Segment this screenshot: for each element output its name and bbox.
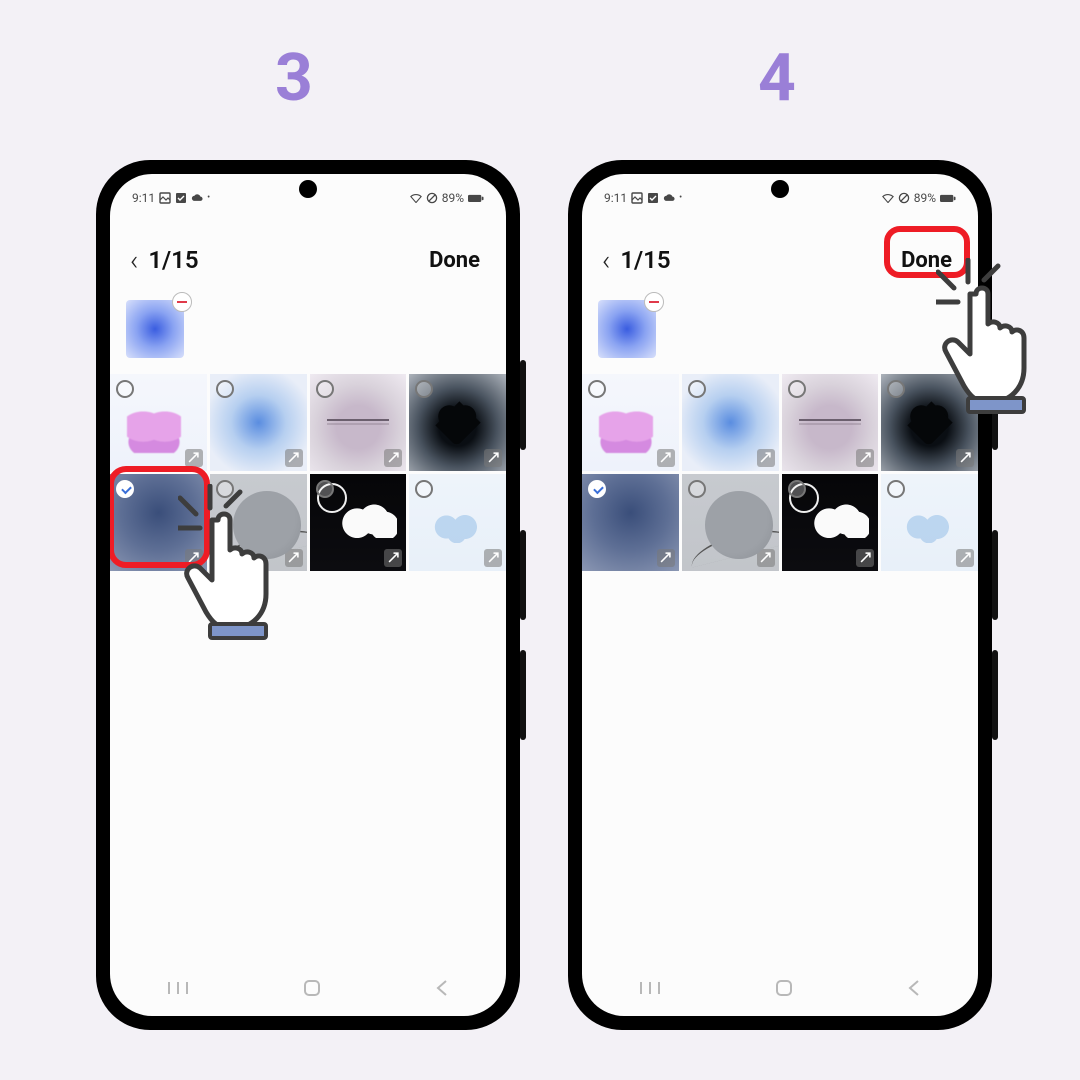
select-radio[interactable] [788,480,806,498]
nav-recents-icon[interactable] [167,980,189,996]
selected-strip [126,300,184,358]
grid-tile-blue-heart[interactable] [210,374,307,471]
tap-hand-icon [178,484,318,648]
expand-icon[interactable] [484,449,502,467]
done-button[interactable]: Done [423,244,486,277]
app-header: ‹ 1/15 Done [110,232,506,288]
grid-tile-sky-clouds[interactable] [409,474,506,571]
front-camera [771,180,789,198]
android-navbar [582,968,978,1008]
expand-icon[interactable] [956,549,974,567]
selection-counter: 1/15 [148,246,198,274]
cloud-icon [663,192,675,204]
front-camera [299,180,317,198]
app-header: ‹ 1/15 Done [582,232,978,288]
grid-tile-night-clouds[interactable] [310,474,407,571]
gallery-icon [631,192,643,204]
select-radio-checked[interactable] [588,480,606,498]
grid-tile-navy-gradient[interactable] [582,474,679,571]
selected-thumb-1[interactable] [126,300,184,358]
expand-icon[interactable] [856,449,874,467]
expand-icon[interactable] [757,449,775,467]
select-radio[interactable] [415,480,433,498]
grid-tile-planet[interactable] [682,474,779,571]
grid-tile-text-heart[interactable] [782,374,879,471]
remove-icon[interactable] [644,292,664,312]
wifi-icon [410,192,422,204]
expand-icon[interactable] [285,449,303,467]
select-radio[interactable] [688,380,706,398]
select-radio[interactable] [216,380,234,398]
grid-tile-dark-heart[interactable] [409,374,506,471]
select-radio[interactable] [588,380,606,398]
nav-back-icon[interactable] [907,979,921,997]
step-label-4: 4 [758,40,796,117]
selected-strip [598,300,656,358]
nav-recents-icon[interactable] [639,980,661,996]
select-radio[interactable] [887,480,905,498]
tap-hand-icon [936,258,1076,422]
step-label-3: 3 [275,40,313,117]
expand-icon[interactable] [484,549,502,567]
battery-text: 89% [914,191,936,205]
select-radio[interactable] [116,380,134,398]
select-radio[interactable] [688,480,706,498]
nav-back-icon[interactable] [435,979,449,997]
status-time: 9:11 [132,191,155,205]
checkbox-icon [175,192,187,204]
battery-icon [468,192,484,204]
android-navbar [110,968,506,1008]
image-grid [582,374,978,571]
expand-icon[interactable] [856,549,874,567]
battery-icon [940,192,956,204]
expand-icon[interactable] [657,549,675,567]
dot-icon: • [679,193,682,203]
gallery-icon [159,192,171,204]
nav-home-icon[interactable] [775,979,793,997]
expand-icon[interactable] [185,449,203,467]
grid-tile-night-clouds[interactable] [782,474,879,571]
grid-tile-sky-clouds[interactable] [881,474,978,571]
select-radio[interactable] [316,480,334,498]
select-radio[interactable] [788,380,806,398]
phone-step-4: 9:11 • 89% [568,160,992,1030]
select-radio[interactable] [887,380,905,398]
dot-icon: • [207,193,210,203]
expand-icon[interactable] [657,449,675,467]
select-radio-checked[interactable] [116,480,134,498]
expand-icon[interactable] [384,549,402,567]
battery-text: 89% [442,191,464,205]
grid-tile-butterfly[interactable] [110,374,207,471]
selected-thumb-1[interactable] [598,300,656,358]
back-chevron-icon[interactable]: ‹ [130,244,138,277]
select-radio[interactable] [415,380,433,398]
status-time: 9:11 [604,191,627,205]
select-radio[interactable] [316,380,334,398]
screen: 9:11 • 89% [582,174,978,1016]
wifi-icon [882,192,894,204]
expand-icon[interactable] [384,449,402,467]
cloud-icon [191,192,203,204]
grid-tile-blue-heart[interactable] [682,374,779,471]
no-data-icon [898,192,910,204]
nav-home-icon[interactable] [303,979,321,997]
grid-tile-text-heart[interactable] [310,374,407,471]
back-chevron-icon[interactable]: ‹ [602,244,610,277]
checkbox-icon [647,192,659,204]
selection-counter: 1/15 [620,246,670,274]
no-data-icon [426,192,438,204]
expand-icon[interactable] [757,549,775,567]
grid-tile-butterfly[interactable] [582,374,679,471]
expand-icon[interactable] [956,449,974,467]
remove-icon[interactable] [172,292,192,312]
